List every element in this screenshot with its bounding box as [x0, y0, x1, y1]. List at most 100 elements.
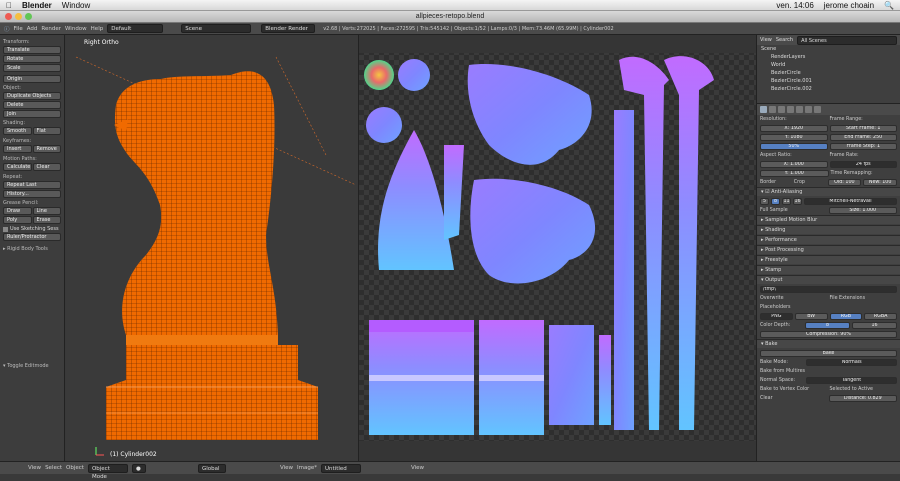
res-percent-field[interactable]: 50%	[760, 142, 828, 150]
normal-space-select[interactable]: Tangent	[806, 376, 897, 384]
insert-button[interactable]: Insert	[3, 145, 32, 153]
menu-help[interactable]: Help	[91, 26, 104, 32]
info-editor-icon[interactable]: ⓘ	[4, 25, 10, 33]
close-icon[interactable]	[5, 13, 12, 20]
outliner-view-menu[interactable]: View	[760, 37, 772, 43]
motion-blur-panel[interactable]: ▸ Sampled Motion Blur	[757, 215, 900, 224]
zoom-icon[interactable]	[25, 13, 32, 20]
shading-panel[interactable]: ▸ Shading	[757, 225, 900, 234]
start-frame-field[interactable]: Start Frame: 1	[829, 124, 897, 132]
layout-select[interactable]: Default	[107, 24, 164, 33]
outliner-row-scene[interactable]: Scene	[757, 45, 900, 53]
file-extensions-checkbox[interactable]: File Extensions	[830, 296, 898, 301]
outliner-row-renderlayers[interactable]: RenderLayers	[757, 53, 900, 61]
bake-button[interactable]: Bake	[760, 349, 897, 357]
shading-select[interactable]: ●	[131, 463, 146, 473]
view3d-view-menu[interactable]: View	[28, 465, 41, 471]
overwrite-checkbox[interactable]: Overwrite	[760, 296, 828, 301]
app-menu[interactable]: Blender	[22, 1, 52, 10]
fps-select[interactable]: 24 fps	[829, 160, 897, 168]
clear-checkbox[interactable]: Clear	[760, 396, 827, 401]
remove-button[interactable]: Remove	[32, 145, 61, 153]
res-y-field[interactable]: Y: 1080	[760, 133, 828, 141]
spotlight-icon[interactable]: 🔍	[884, 1, 894, 10]
calculate-button[interactable]: Calculate	[3, 163, 32, 171]
poly-button[interactable]: Poly	[3, 216, 32, 224]
frame-step-field[interactable]: Frame Step: 1	[829, 142, 897, 150]
outliner-row-beziercircle[interactable]: BezierCircle	[757, 69, 900, 77]
knight-mesh[interactable]	[66, 35, 358, 461]
normal-map-image[interactable]	[359, 35, 756, 461]
new-field[interactable]: New: 100	[863, 178, 897, 186]
smooth-button[interactable]: Smooth	[3, 127, 32, 135]
rgb-button[interactable]: RGB	[829, 312, 863, 320]
object-tab-icon[interactable]	[796, 106, 803, 113]
outliner-row-beziercircle-001[interactable]: BezierCircle.001	[757, 77, 900, 85]
outliner-row-beziercircle-002[interactable]: BezierCircle.002	[757, 85, 900, 93]
layers-tab-icon[interactable]	[769, 106, 776, 113]
clear-button[interactable]: Clear	[32, 163, 61, 171]
delete-button[interactable]: Delete	[3, 101, 61, 109]
erase-button[interactable]: Erase	[32, 216, 61, 224]
window-menu[interactable]: Window	[62, 1, 90, 10]
bake-panel[interactable]: ▾ Bake	[757, 339, 900, 348]
view3d-object-menu[interactable]: Object	[66, 465, 84, 471]
menu-window[interactable]: Window	[65, 26, 87, 32]
viewport-3d[interactable]: Right Ortho (1) Cylinder002	[66, 35, 358, 461]
post-processing-panel[interactable]: ▸ Post Processing	[757, 245, 900, 254]
flat-button[interactable]: Flat	[32, 127, 61, 135]
mode-select[interactable]: Object Mode	[87, 463, 128, 480]
ruler-button[interactable]: Ruler/Protractor	[3, 233, 61, 241]
menu-add[interactable]: Add	[27, 26, 38, 32]
file-format-select[interactable]: PNG	[760, 312, 793, 320]
anti-aliasing-panel[interactable]: ▾ ☑ Anti-Aliasing	[757, 187, 900, 196]
image-name-field[interactable]: Untitled	[321, 463, 361, 473]
history-button[interactable]: History...	[3, 190, 61, 198]
render-tab-icon[interactable]	[760, 106, 767, 113]
menu-file[interactable]: File	[14, 26, 23, 32]
placeholders-checkbox[interactable]: Placeholders	[760, 305, 897, 310]
aa-11-button[interactable]: 11	[782, 197, 791, 205]
filter-size-field[interactable]: Size: 1.000	[828, 206, 897, 214]
scale-button[interactable]: Scale	[3, 64, 61, 72]
scene-tab-icon[interactable]	[778, 106, 785, 113]
output-panel[interactable]: ▾ Output	[757, 275, 900, 284]
outliner-row-world[interactable]: World	[757, 61, 900, 69]
world-tab-icon[interactable]	[787, 106, 794, 113]
crop-checkbox[interactable]: Crop	[794, 180, 826, 185]
origin-button[interactable]: Origin	[3, 75, 61, 83]
distance-field[interactable]: Distance: 0.829	[828, 394, 897, 402]
depth-16-button[interactable]: 16	[852, 321, 897, 329]
menu-render[interactable]: Render	[41, 26, 61, 32]
aa-16-button[interactable]: 16	[793, 197, 802, 205]
compression-slider[interactable]: Compression: 90%	[760, 330, 897, 338]
outliner-search-menu[interactable]: Search	[776, 37, 793, 43]
vertex-color-checkbox[interactable]: Bake to Vertex Color	[760, 387, 828, 392]
aspect-x-field[interactable]: X: 1.000	[760, 160, 828, 168]
material-tab-icon[interactable]	[814, 106, 821, 113]
draw-button[interactable]: Draw	[3, 207, 32, 215]
multires-checkbox[interactable]: Bake from Multires	[760, 369, 897, 374]
performance-panel[interactable]: ▸ Performance	[757, 235, 900, 244]
join-button[interactable]: Join	[3, 110, 61, 118]
bake-mode-select[interactable]: Normals	[806, 358, 897, 366]
old-field[interactable]: Old: 100	[827, 178, 862, 186]
freestyle-panel[interactable]: ▸ Freestyle	[757, 255, 900, 264]
border-checkbox[interactable]: Border	[760, 180, 792, 185]
filter-select[interactable]: Mitchell-Netravali	[804, 197, 897, 205]
full-sample-checkbox[interactable]: Full Sample	[760, 208, 827, 213]
translate-button[interactable]: Translate	[3, 46, 61, 54]
uv-view-menu[interactable]: View	[280, 465, 293, 471]
line-button[interactable]: Line	[32, 207, 61, 215]
minimize-icon[interactable]	[15, 13, 22, 20]
uv-image-menu[interactable]: Image*	[297, 465, 317, 471]
selected-to-active-checkbox[interactable]: Selected to Active	[830, 387, 898, 392]
depth-8-button[interactable]: 8	[805, 321, 850, 329]
aa-8-button[interactable]: 8	[771, 197, 780, 205]
res-x-field[interactable]: X: 1920	[760, 124, 828, 132]
display-mode-select[interactable]: All Scenes	[797, 35, 897, 45]
view3d-select-menu[interactable]: Select	[45, 465, 62, 471]
scene-select[interactable]: Scene	[181, 24, 252, 33]
user-name[interactable]: jerome choain	[824, 1, 874, 10]
aspect-y-field[interactable]: Y: 1.000	[760, 169, 829, 177]
